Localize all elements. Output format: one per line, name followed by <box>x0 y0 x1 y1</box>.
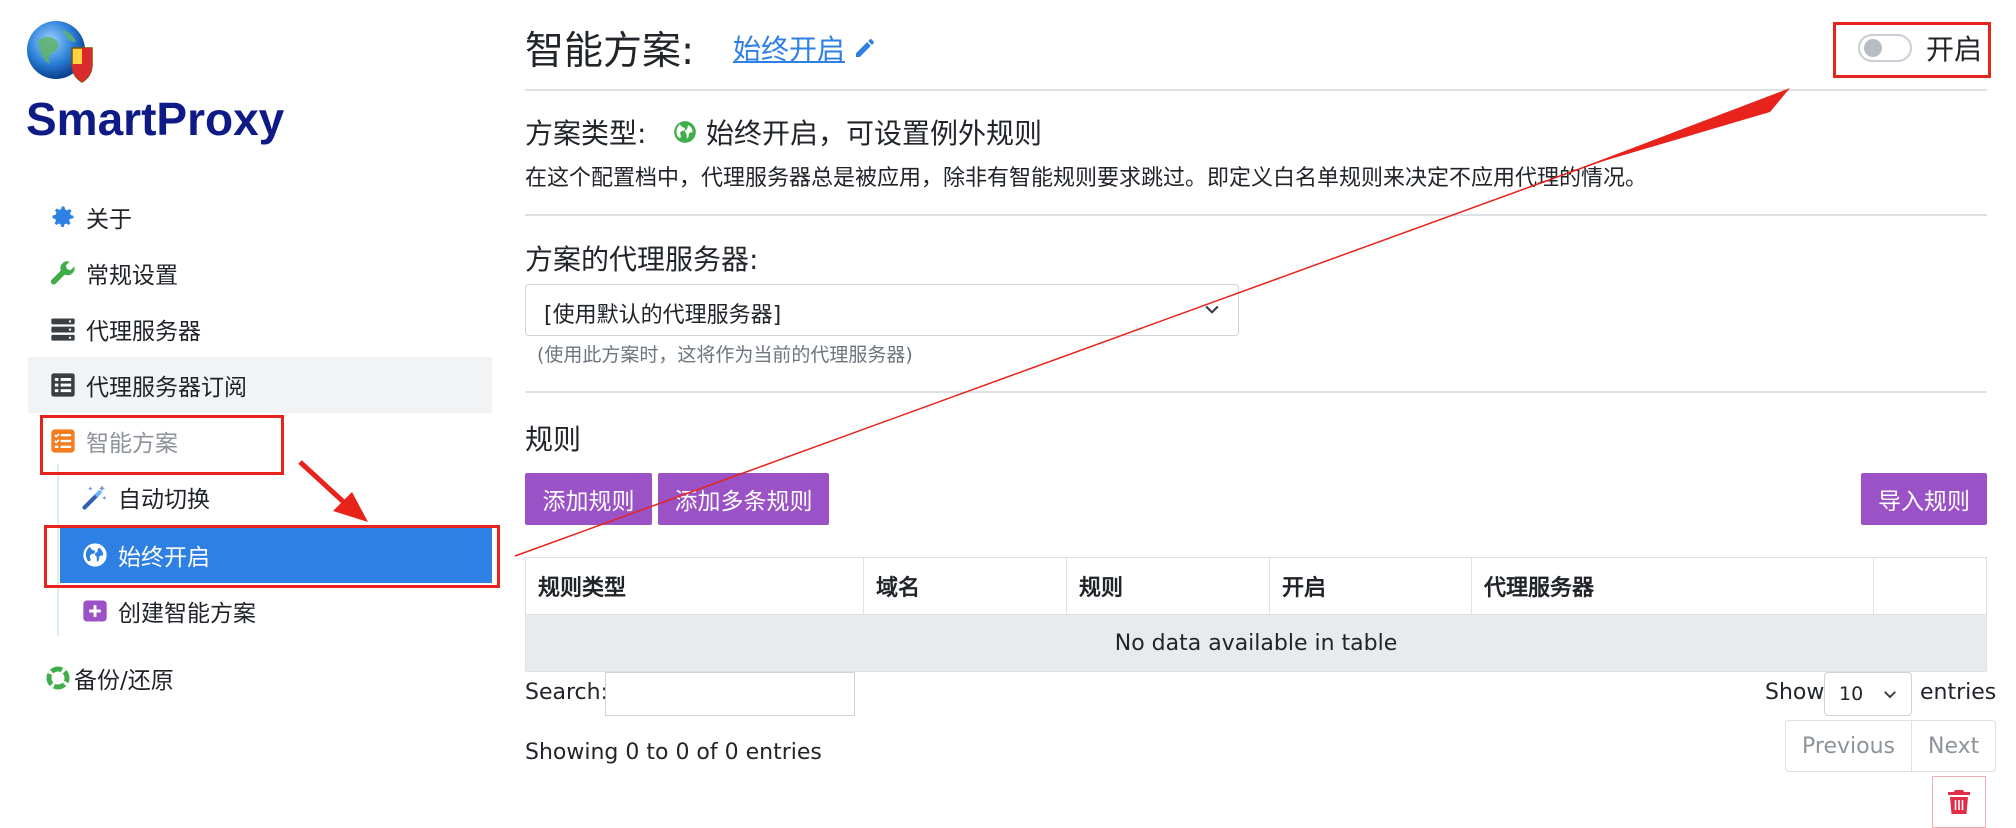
profile-proxy-selected: [使用默认的代理服务器] <box>544 303 782 328</box>
profile-type-value: 始终开启，可设置例外规则 <box>672 112 1042 152</box>
profile-proxy-select[interactable]: [使用默认的代理服务器] <box>525 284 1239 336</box>
column-header-rule-type[interactable]: 规则类型 <box>526 558 864 614</box>
pagination: Previous Next <box>1785 720 1997 772</box>
annotation-arrowhead <box>1580 88 1790 168</box>
brand-name: SmartProxy <box>26 93 285 145</box>
trash-icon <box>1948 790 1970 814</box>
app-logo <box>26 20 100 84</box>
profile-type-text: 始终开启，可设置例外规则 <box>706 117 1043 150</box>
page-title: 智能方案: <box>525 29 695 74</box>
toggle-switch[interactable] <box>1858 34 1912 62</box>
import-rules-button[interactable]: 导入规则 <box>1861 473 1987 525</box>
profile-proxy-label: 方案的代理服务器: <box>525 243 759 276</box>
column-header-enabled[interactable]: 开启 <box>1270 558 1472 614</box>
divider <box>525 89 1987 91</box>
page-length-select[interactable]: 10 <box>1824 672 1912 716</box>
divider <box>525 391 1987 393</box>
sidebar-item-smart-profiles[interactable]: 智能方案 <box>46 413 490 469</box>
profile-proxy-helper: (使用此方案时，这将作为当前的代理服务器) <box>537 344 913 366</box>
list-icon <box>48 370 78 400</box>
column-header-proxy-server[interactable]: 代理服务器 <box>1472 558 1874 614</box>
next-button[interactable]: Next <box>1912 721 1995 771</box>
toggle-knob <box>1864 39 1882 57</box>
add-multiple-rules-button[interactable]: 添加多条规则 <box>658 473 829 525</box>
sidebar-item-label: 创建智能方案 <box>118 601 256 627</box>
sidebar-item-label: 代理服务器 <box>86 319 201 345</box>
tasks-icon <box>48 426 78 456</box>
column-header-domain[interactable]: 域名 <box>864 558 1067 614</box>
sidebar-item-label: 智能方案 <box>86 431 178 457</box>
sidebar-item-always-enabled[interactable]: 始终开启 <box>60 527 492 583</box>
sidebar-item-label: 自动切换 <box>118 487 210 513</box>
page-length-value: 10 <box>1839 683 1864 705</box>
sidebar-item-label: 关于 <box>86 207 132 233</box>
lifebuoy-icon <box>46 663 70 693</box>
profile-name-link[interactable]: 始终开启 <box>733 28 877 68</box>
previous-button[interactable]: Previous <box>1786 721 1912 771</box>
table-header: 规则类型 域名 规则 开启 代理服务器 <box>526 558 1986 615</box>
sidebar-item-general-settings[interactable]: 常规设置 <box>46 245 490 301</box>
entries-label: entries <box>1920 680 1997 705</box>
table-info: Showing 0 to 0 of 0 entries <box>525 740 822 765</box>
toggle-label: 开启 <box>1926 33 1983 66</box>
sidebar-item-label: 始终开启 <box>118 545 210 571</box>
sidebar-item-create-smart-profile[interactable]: 创建智能方案 <box>80 583 490 639</box>
globe-icon <box>674 121 696 143</box>
sidebar-item-auto-switch[interactable]: 自动切换 <box>80 469 490 525</box>
chevron-down-icon <box>1205 305 1219 314</box>
divider <box>525 214 1987 216</box>
profile-name-text: 始终开启 <box>733 33 846 66</box>
add-rule-button[interactable]: 添加规则 <box>525 473 652 525</box>
search-label: Search: <box>525 680 608 705</box>
column-header-actions <box>1874 558 1985 614</box>
rules-table: 规则类型 域名 规则 开启 代理服务器 No data available in… <box>525 557 1987 672</box>
profile-type-description: 在这个配置档中，代理服务器总是被应用，除非有智能规则要求跳过。即定义白名单规则来… <box>525 166 1648 191</box>
gear-icon <box>48 202 78 232</box>
sidebar-item-proxy-subscriptions[interactable]: 代理服务器订阅 <box>28 357 492 413</box>
show-label: Show <box>1765 680 1825 705</box>
pencil-icon <box>856 39 875 57</box>
search-input[interactable] <box>605 672 855 716</box>
sidebar-item-backup-restore[interactable]: 备份/还原 <box>46 650 490 706</box>
chevron-down-icon <box>1884 691 1896 699</box>
plus-square-icon <box>80 596 110 626</box>
sidebar-item-label: 代理服务器订阅 <box>86 375 247 401</box>
column-header-rule[interactable]: 规则 <box>1067 558 1270 614</box>
profile-enable-toggle[interactable]: 开启 <box>1858 28 1982 68</box>
globe-icon <box>80 540 110 570</box>
magic-wand-icon <box>80 482 110 512</box>
delete-all-rules-button[interactable] <box>1932 776 1986 828</box>
server-icon <box>48 314 78 344</box>
wrench-icon <box>48 258 78 288</box>
profile-type-label: 方案类型: <box>525 117 647 150</box>
sidebar-item-about[interactable]: 关于 <box>46 189 490 245</box>
sidebar-item-label: 常规设置 <box>86 263 178 289</box>
rules-heading: 规则 <box>525 423 582 456</box>
table-empty-row: No data available in table <box>526 615 1986 671</box>
submenu-guide-line <box>57 464 59 636</box>
sidebar-item-label: 备份/还原 <box>74 668 174 694</box>
sidebar-item-proxy-servers[interactable]: 代理服务器 <box>46 301 490 357</box>
